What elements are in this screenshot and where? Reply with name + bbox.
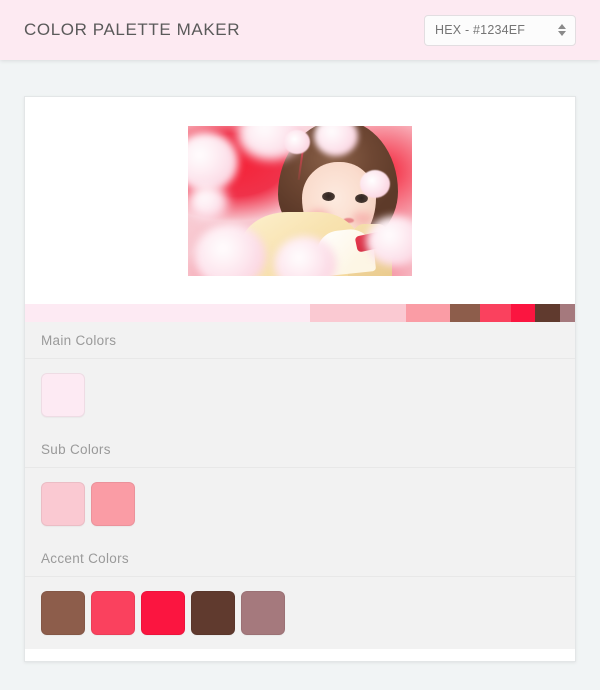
- section-title-accent: Accent Colors: [25, 540, 575, 577]
- section-accent-colors: Accent Colors: [25, 540, 575, 649]
- swatch-row-accent: [25, 577, 575, 649]
- color-format-value: HEX - #1234EF: [435, 23, 526, 37]
- color-swatch[interactable]: [241, 591, 285, 635]
- section-main-colors: Main Colors: [25, 322, 575, 431]
- section-sub-colors: Sub Colors: [25, 431, 575, 540]
- ratio-segment: [309, 304, 407, 322]
- ratio-segment: [535, 304, 561, 322]
- page-body: Main Colors Sub Colors Accent Colors: [0, 60, 600, 690]
- palette-card: Main Colors Sub Colors Accent Colors: [24, 96, 576, 662]
- ratio-segment: [406, 304, 451, 322]
- color-swatch[interactable]: [41, 373, 85, 417]
- ratio-segment: [25, 304, 310, 322]
- color-swatch[interactable]: [141, 591, 185, 635]
- color-ratio-bar: [25, 304, 575, 322]
- color-swatch[interactable]: [91, 591, 135, 635]
- source-image-area: [25, 97, 575, 304]
- ratio-segment: [450, 304, 481, 322]
- source-image[interactable]: [188, 125, 412, 276]
- app-header: COLOR PALETTE MAKER HEX - #1234EF: [0, 0, 600, 60]
- color-swatch[interactable]: [41, 591, 85, 635]
- color-swatch[interactable]: [91, 482, 135, 526]
- section-title-main: Main Colors: [25, 322, 575, 359]
- swatch-row-main: [25, 359, 575, 431]
- color-format-select[interactable]: HEX - #1234EF: [424, 14, 576, 46]
- ratio-segment: [480, 304, 511, 322]
- swatch-row-sub: [25, 468, 575, 540]
- ratio-segment: [510, 304, 536, 322]
- color-swatch[interactable]: [191, 591, 235, 635]
- color-swatch[interactable]: [41, 482, 85, 526]
- section-title-sub: Sub Colors: [25, 431, 575, 468]
- page-title: COLOR PALETTE MAKER: [24, 20, 241, 39]
- chevron-updown-icon[interactable]: [558, 24, 566, 36]
- ratio-segment: [560, 304, 575, 322]
